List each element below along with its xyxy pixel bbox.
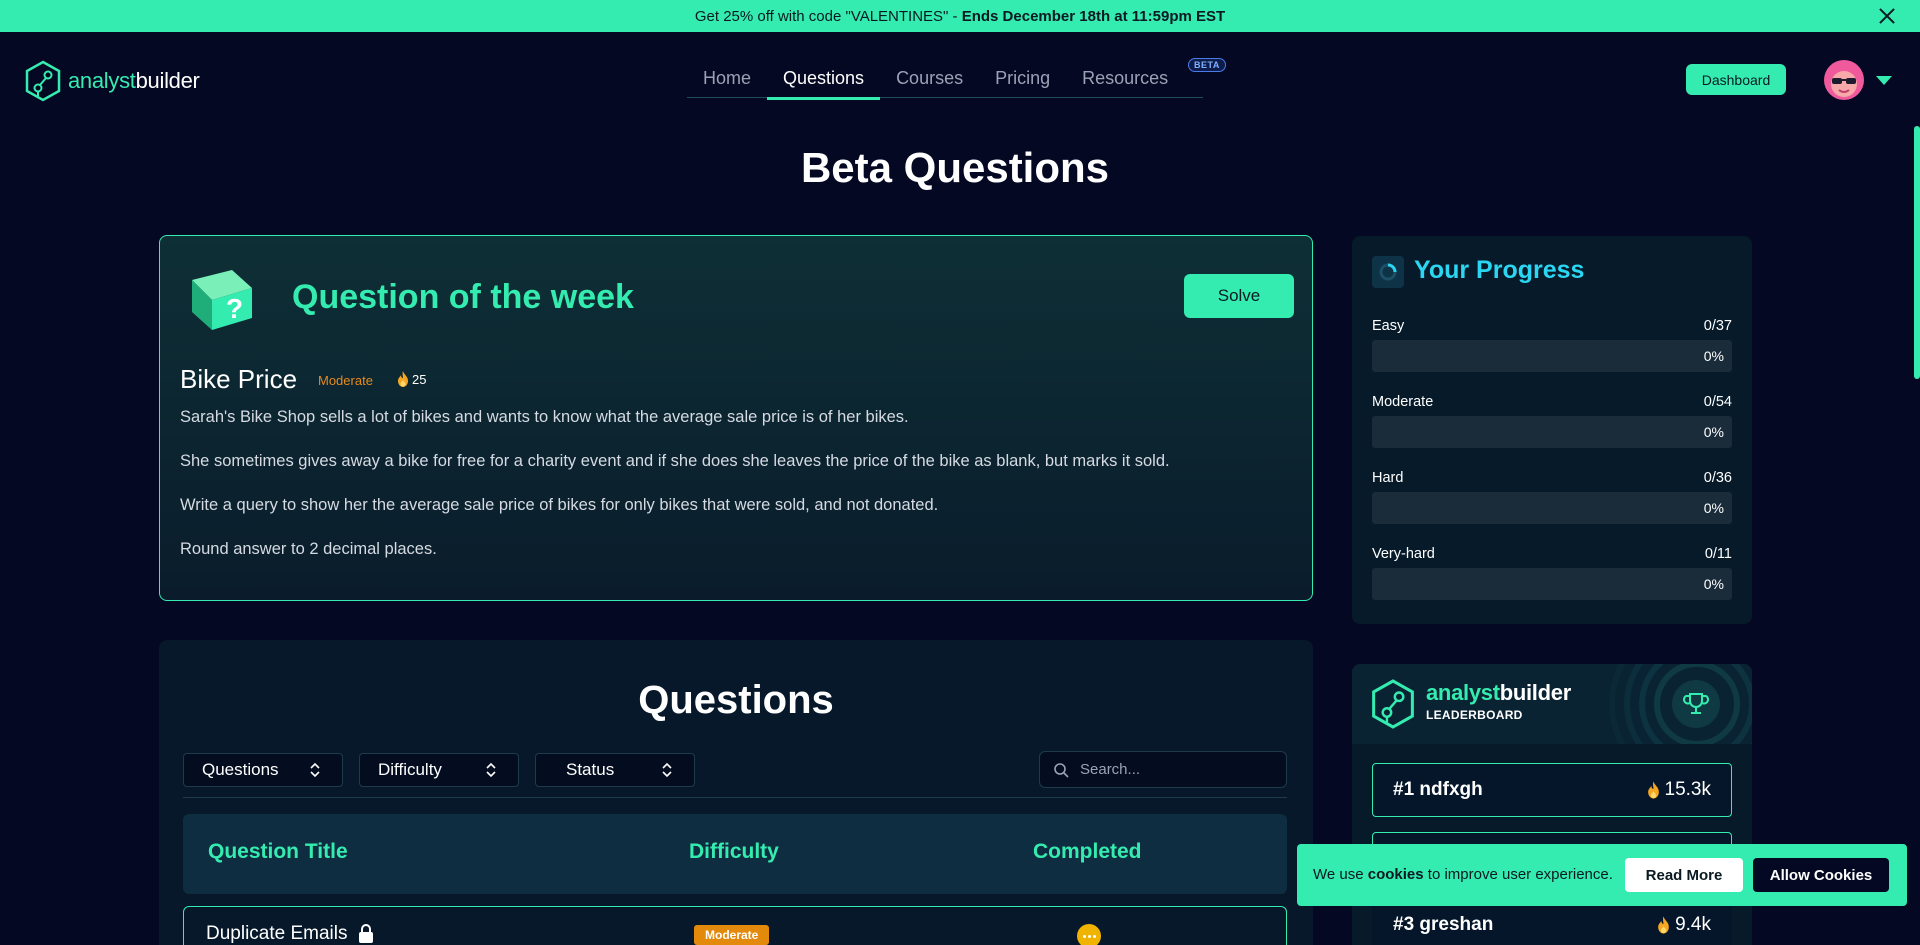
avatar-face-icon <box>1831 71 1857 97</box>
progress-bar: 0% <box>1372 568 1732 600</box>
question-paragraph: Write a query to show her the average sa… <box>180 496 939 514</box>
filter-label: Questions <box>202 760 279 779</box>
close-icon[interactable] <box>1876 5 1898 27</box>
leaderboard-logo-icon <box>1372 679 1414 729</box>
chevron-down-icon[interactable] <box>1876 76 1892 85</box>
search-icon <box>1054 763 1069 778</box>
column-header-difficulty: Difficulty <box>689 840 779 863</box>
progress-percent: 0% <box>1703 500 1724 516</box>
qotw-heading: Question of the week <box>292 278 634 316</box>
leaderboard-subtitle: LEADERBOARD <box>1426 708 1523 722</box>
difficulty-badge: Moderate <box>694 925 770 945</box>
leaderboard-row[interactable]: #1 ndfxgh 15.3k <box>1372 763 1732 817</box>
progress-bar: 0% <box>1372 416 1732 448</box>
question-name: Bike Price <box>180 364 298 394</box>
leaderboard-score: 9.4k <box>1656 914 1711 936</box>
progress-label: Easy <box>1372 318 1405 334</box>
leaderboard-score: 15.3k <box>1646 779 1711 801</box>
column-header-completed: Completed <box>1033 840 1142 863</box>
search-input[interactable]: Search... <box>1039 751 1287 788</box>
page-title: Beta Questions <box>800 144 1110 191</box>
difficulty-filter[interactable]: Difficulty <box>359 753 519 787</box>
progress-ring-icon <box>1372 256 1404 288</box>
logo-icon <box>25 60 61 102</box>
leaderboard-brand: analystbuilder <box>1426 680 1571 705</box>
progress-count: 0/54 <box>1703 394 1732 410</box>
table-header: Question Title Difficulty Completed <box>183 814 1287 894</box>
fire-icon <box>398 371 408 387</box>
cookie-text: We use cookies to improve user experienc… <box>1313 866 1613 883</box>
main-nav: Home Questions Courses Pricing Resources <box>687 64 1203 100</box>
promo-text: Get 25% off with code "VALENTINES" - End… <box>694 7 1226 25</box>
cookie-banner: We use cookies to improve user experienc… <box>1297 844 1907 906</box>
points: 25 <box>396 371 426 387</box>
progress-label: Very-hard <box>1372 546 1435 562</box>
points-value: 25 <box>412 371 427 387</box>
question-cube-icon: ? <box>192 270 252 330</box>
nav-home[interactable]: Home <box>687 64 767 98</box>
difficulty-label: Moderate <box>318 373 373 388</box>
progress-label: Moderate <box>1372 394 1434 410</box>
logo[interactable]: analystbuilder <box>24 60 200 102</box>
svg-text:?: ? <box>226 293 243 324</box>
lock-icon <box>358 924 373 943</box>
question-paragraph: Sarah's Bike Shop sells a lot of bikes a… <box>180 408 909 426</box>
progress-count: 0/37 <box>1703 318 1732 334</box>
dashboard-button[interactable]: Dashboard <box>1686 64 1786 95</box>
promo-banner: Get 25% off with code "VALENTINES" - End… <box>0 0 1920 32</box>
chevron-up-down-icon <box>310 762 320 778</box>
beta-badge: BETA <box>1188 58 1226 72</box>
progress-bar: 0% <box>1372 492 1732 524</box>
leaderboard-rank: #3 greshan <box>1393 914 1494 935</box>
nav-questions[interactable]: Questions <box>767 64 881 100</box>
progress-bar: 0% <box>1372 340 1732 372</box>
questions-filter[interactable]: Questions <box>183 753 343 787</box>
progress-percent: 0% <box>1703 348 1724 364</box>
ellipsis-icon <box>1077 924 1101 945</box>
divider <box>183 797 1287 798</box>
read-more-button[interactable]: Read More <box>1625 858 1743 892</box>
trophy-icon <box>1672 680 1720 728</box>
progress-card: Your Progress Easy 0/37 0% Moderate 0/54… <box>1352 236 1752 624</box>
column-header-title: Question Title <box>208 840 348 863</box>
fire-icon <box>1658 916 1669 934</box>
nav-pricing[interactable]: Pricing <box>979 64 1066 98</box>
scrollbar[interactable] <box>1914 126 1920 379</box>
progress-label: Hard <box>1372 470 1404 486</box>
status-filter[interactable]: Status <box>535 753 695 787</box>
progress-count: 0/11 <box>1704 546 1732 562</box>
question-of-the-week-card: ? Question of the week Solve Bike Price … <box>159 235 1313 601</box>
leaderboard-header: analystbuilder LEADERBOARD <box>1352 664 1752 744</box>
progress-percent: 0% <box>1703 424 1724 440</box>
question-paragraph: Round answer to 2 decimal places. <box>180 540 437 558</box>
question-title: Duplicate Emails <box>206 923 348 944</box>
allow-cookies-button[interactable]: Allow Cookies <box>1753 858 1889 892</box>
progress-title: Your Progress <box>1414 256 1585 284</box>
progress-percent: 0% <box>1703 576 1724 592</box>
nav-resources[interactable]: Resources <box>1066 64 1184 98</box>
questions-panel: Questions Questions Difficulty Status Se… <box>159 640 1313 945</box>
questions-title: Questions <box>638 678 834 722</box>
progress-count: 0/36 <box>1703 470 1732 486</box>
table-row[interactable]: Duplicate Emails Moderate <box>183 906 1287 945</box>
question-paragraph: She sometimes gives away a bike for free… <box>180 452 1170 470</box>
row-title: Duplicate Emails <box>206 923 374 945</box>
avatar[interactable] <box>1824 60 1864 100</box>
chevron-up-down-icon <box>662 762 672 778</box>
filter-label: Status <box>566 760 615 779</box>
nav-courses[interactable]: Courses <box>880 64 979 98</box>
leaderboard-rank: #1 ndfxgh <box>1393 779 1483 800</box>
fire-icon <box>1647 781 1659 799</box>
question-description: Sarah's Bike Shop sells a lot of bikes a… <box>180 406 1290 582</box>
search-placeholder: Search... <box>1080 761 1141 778</box>
chevron-up-down-icon <box>486 762 496 778</box>
solve-button[interactable]: Solve <box>1184 274 1294 318</box>
logo-text: analystbuilder <box>68 68 200 93</box>
filter-label: Difficulty <box>378 760 442 779</box>
